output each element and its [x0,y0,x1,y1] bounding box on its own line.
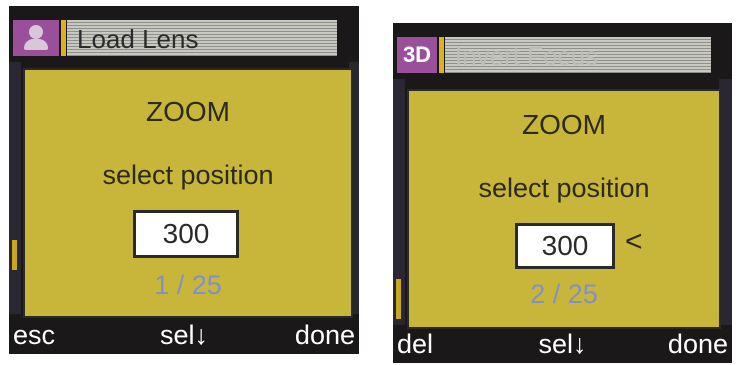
side-scroll-strip [393,79,405,325]
title-tab-marker [61,20,66,56]
title-bar: 3D Invert Focus [393,23,732,77]
arrow-down-icon: ↓ [573,329,587,359]
dialog-prompt: select position [102,160,274,190]
softkey-bar: esc sel↓ done [9,318,359,354]
title-strip: Invert Focus [445,37,711,73]
done-softkey[interactable]: done [668,329,728,360]
selection-caret-icon: < [625,225,643,258]
title-tab-marker [439,37,444,73]
mode-badge: 3D [397,37,437,73]
select-softkey[interactable]: sel↓ [160,320,208,351]
position-counter: 1 / 25 [154,270,222,300]
title-bar: Load Lens [9,6,359,60]
zoom-dialog: ZOOM select position 300 < 2 / 25 [407,89,721,329]
position-value-field[interactable]: 300 [515,223,615,269]
position-counter: 2 / 25 [530,279,598,309]
dialog-heading: ZOOM [522,109,606,140]
side-marker [396,279,401,319]
done-softkey[interactable]: done [295,320,355,351]
position-value-field[interactable]: 300 [133,210,239,258]
select-softkey-label: sel [538,329,574,359]
side-scroll-strip [9,62,21,314]
screen-title: Load Lens [77,24,199,54]
arrow-down-icon: ↓ [194,320,209,350]
screen-title: Invert Focus [455,41,599,71]
select-softkey[interactable]: sel↓ [538,329,586,360]
camera-screen-1: Load Lens ZOOM select position 300 1 / 2… [9,6,359,354]
dialog-heading: ZOOM [146,96,230,127]
camera-screen-2: 3D Invert Focus ZOOM select position 300… [393,23,732,363]
zoom-dialog: ZOOM select position 300 1 / 25 [23,68,353,318]
dialog-prompt: select position [478,173,650,203]
title-strip: Load Lens [67,20,337,56]
mode-badge [13,20,59,56]
side-marker [12,240,17,270]
esc-softkey[interactable]: esc [13,320,55,351]
softkey-bar: del sel↓ done [393,327,732,363]
person-icon [22,24,50,52]
select-softkey-label: sel [159,320,195,350]
delete-softkey[interactable]: del [397,329,433,360]
